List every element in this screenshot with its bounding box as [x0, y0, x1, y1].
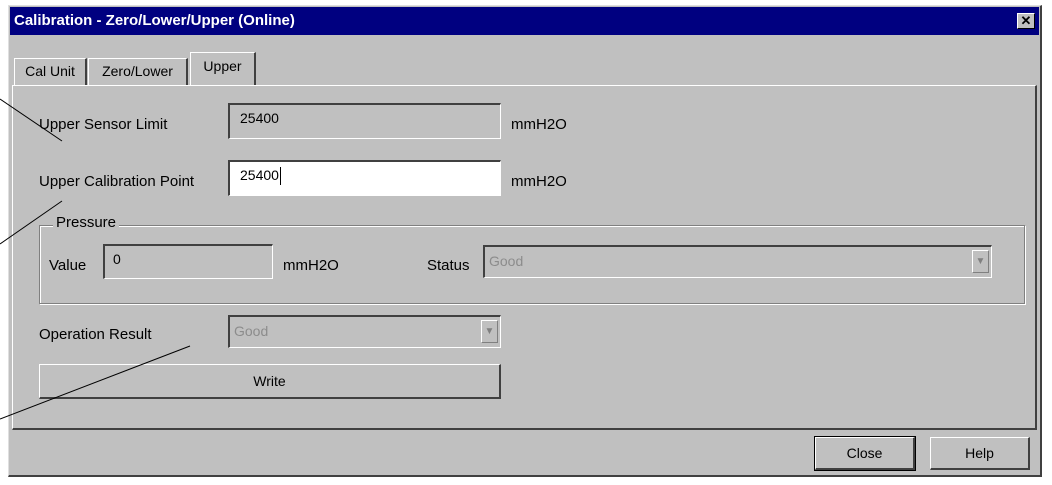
callout-line-upper-sensor-limit: [0, 98, 63, 142]
callout-line-operation-result: [0, 345, 191, 420]
callout-line-upper-calibration-point: [0, 200, 63, 245]
callout-lines: [0, 98, 191, 420]
tab-upper[interactable]: Upper: [190, 52, 256, 85]
